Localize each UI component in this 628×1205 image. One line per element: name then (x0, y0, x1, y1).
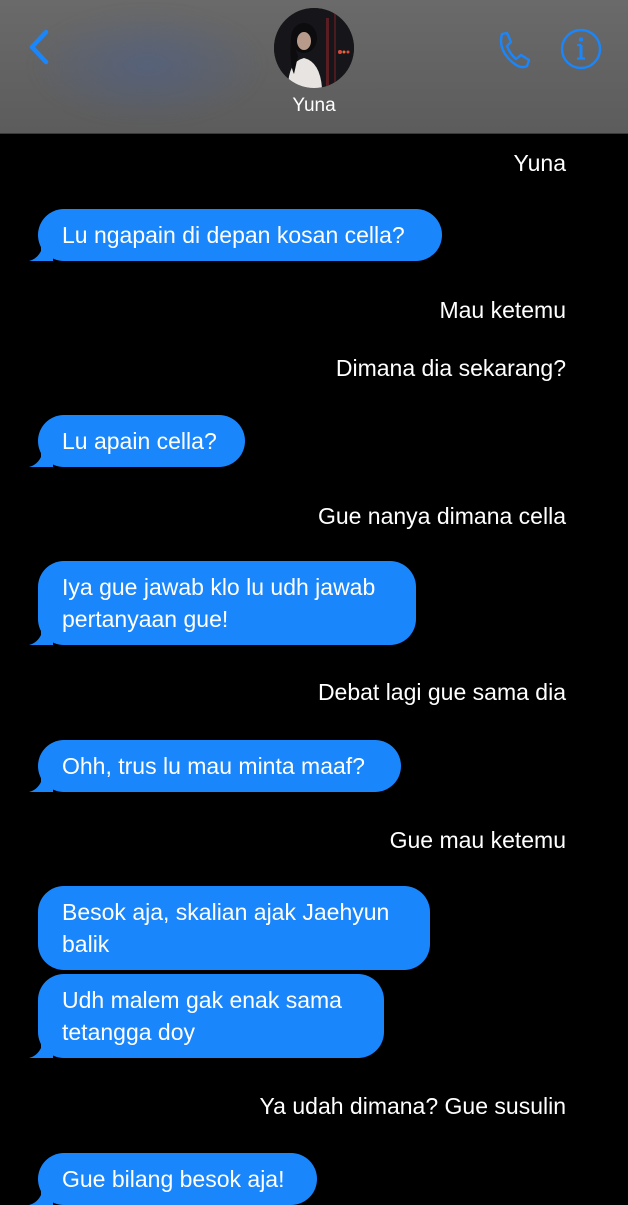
received-message-bubble[interactable]: Lu ngapain di depan kosan cella? (29, 209, 442, 261)
narration-text: Gue nanya dimana cella (317, 503, 566, 529)
back-button[interactable] (22, 26, 58, 68)
bubble-tail (29, 235, 53, 261)
bubble-tail (29, 441, 53, 467)
narration-text: Yuna (513, 150, 566, 176)
message-text: Lu apain cella? (62, 428, 217, 454)
contact-name[interactable]: Yuna (214, 95, 414, 117)
message-text: Ohh, trus lu mau minta maaf? (62, 753, 365, 779)
chat-header: Yuna (0, 0, 628, 134)
narration-text: Gue mau ketemu (389, 827, 566, 853)
received-message-bubble[interactable]: Gue bilang besok aja! (29, 1153, 317, 1205)
narration-text: Dimana dia sekarang? (335, 355, 566, 381)
message-text: Iya gue jawab klo lu udh jawab pertanyaa… (62, 574, 376, 632)
message-text: Besok aja, skalian ajak Jaehyun balik (62, 899, 390, 957)
received-message-bubble[interactable]: Udh malem gak enak sama tetangga doy (29, 974, 384, 1058)
received-message-bubble[interactable]: Ohh, trus lu mau minta maaf? (29, 740, 401, 792)
received-message-bubble[interactable]: Besok aja, skalian ajak Jaehyun balik (38, 886, 430, 970)
avatar-photo (274, 8, 354, 88)
info-button[interactable] (558, 26, 604, 72)
chevron-left-icon (29, 29, 49, 65)
bubble-tail (29, 1032, 53, 1058)
message-text: Gue bilang besok aja! (62, 1166, 285, 1192)
call-button[interactable] (492, 28, 532, 72)
info-circle-icon (560, 28, 602, 70)
message-text: Udh malem gak enak sama tetangga doy (62, 987, 342, 1045)
bubble-tail (29, 619, 53, 645)
phone-icon (499, 31, 531, 69)
contact-avatar[interactable] (274, 8, 354, 88)
bubble-tail (29, 766, 53, 792)
narration-text: Ya udah dimana? Gue susulin (259, 1093, 566, 1119)
received-message-bubble[interactable]: Iya gue jawab klo lu udh jawab pertanyaa… (29, 561, 416, 645)
narration-text: Mau ketemu (439, 297, 566, 323)
narration-text: Debat lagi gue sama dia (317, 679, 566, 705)
received-message-bubble[interactable]: Lu apain cella? (29, 415, 245, 467)
bubble-tail (29, 1179, 53, 1205)
message-text: Lu ngapain di depan kosan cella? (62, 222, 405, 248)
